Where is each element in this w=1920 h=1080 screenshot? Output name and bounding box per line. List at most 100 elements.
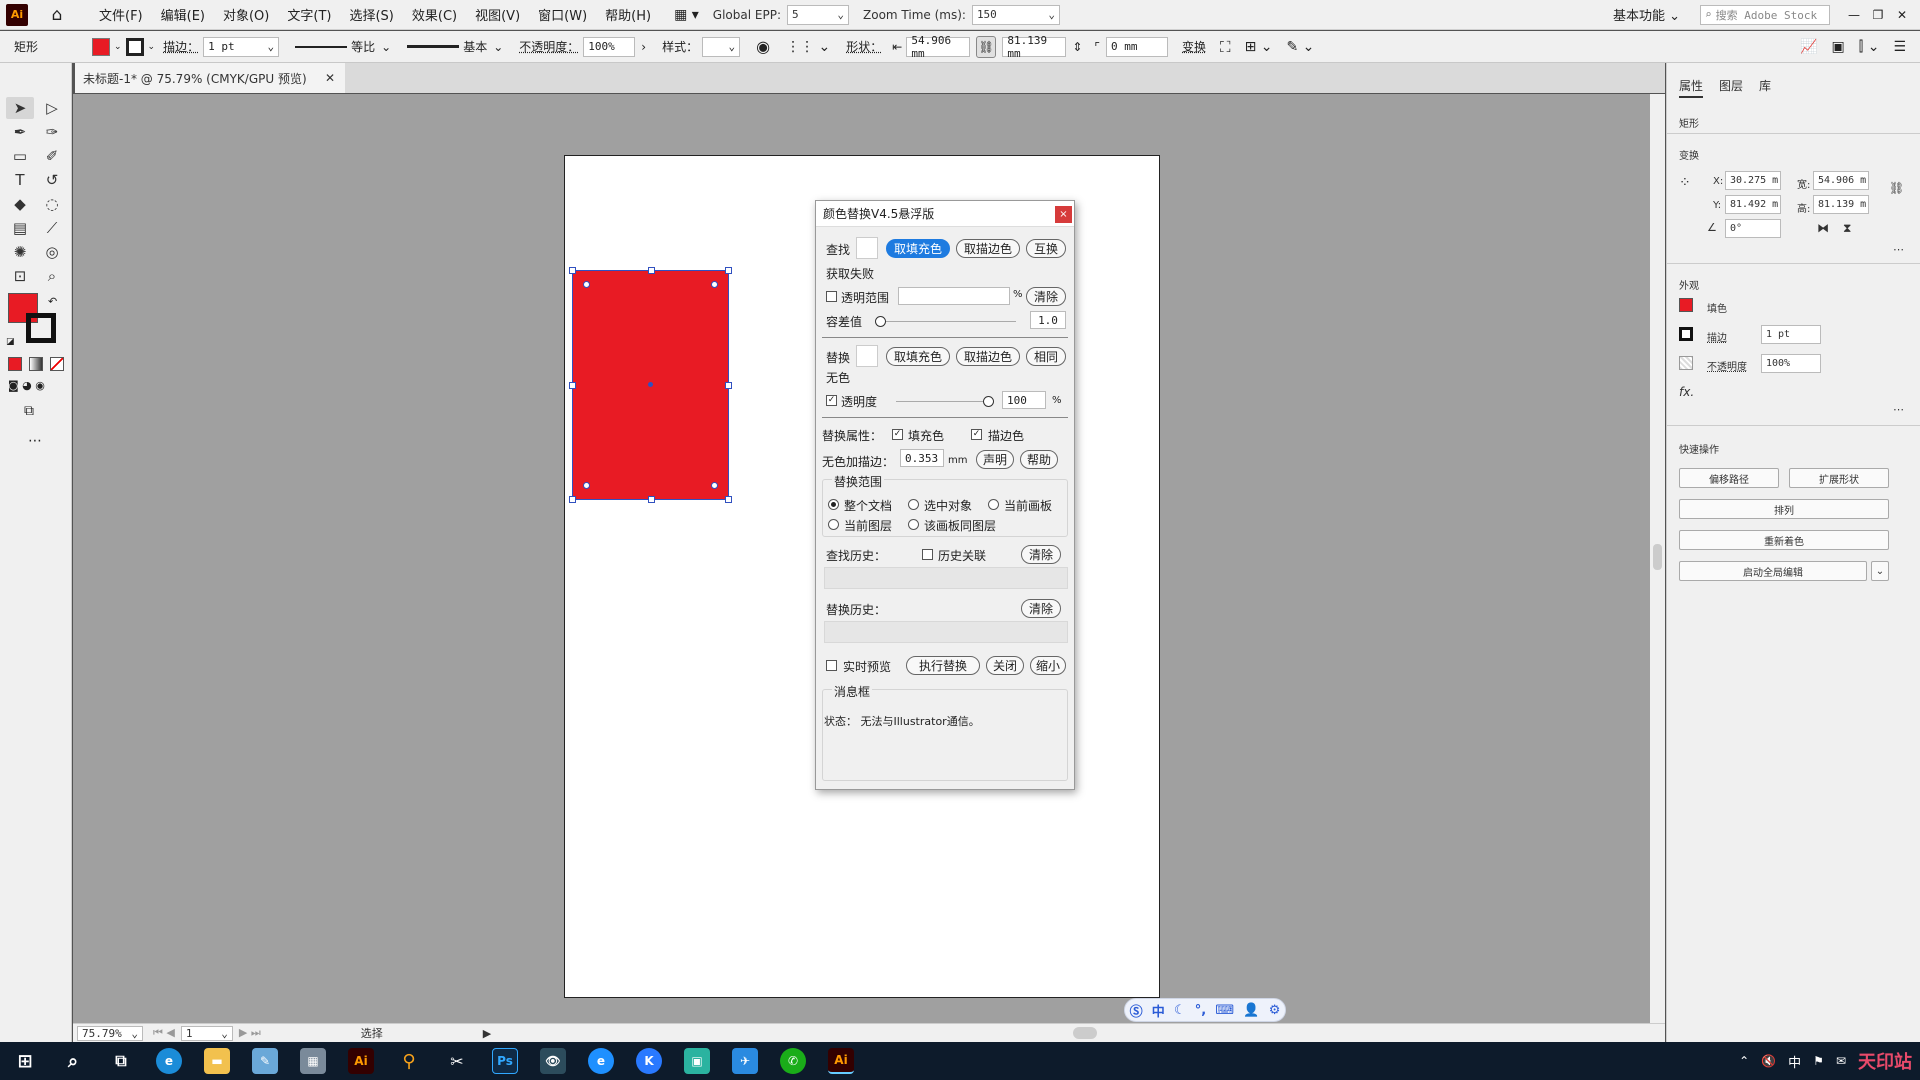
punctuation-icon[interactable]: °, xyxy=(1195,1003,1206,1018)
illustrator-active-icon[interactable]: Ai xyxy=(828,1048,854,1074)
ime-toolbar[interactable]: Ⓢ 中 ☾ °, ⌨ 👤 ⚙ xyxy=(1124,998,1286,1022)
history-link-checkbox[interactable] xyxy=(922,549,933,560)
edge-browser-icon[interactable]: e xyxy=(156,1048,182,1074)
tolerance-slider-track[interactable] xyxy=(878,321,1016,322)
more-options-icon[interactable]: ⋯ xyxy=(1893,403,1904,416)
appearance-fill-swatch[interactable] xyxy=(1679,298,1693,312)
stroke-weight-field[interactable]: 1 pt ⌄ xyxy=(203,36,280,57)
tray-chevron-icon[interactable]: ⌃ xyxy=(1739,1054,1749,1068)
menu-type[interactable]: 文字(T) xyxy=(278,5,340,24)
shrink-button[interactable]: 缩小 xyxy=(1030,656,1066,675)
minimize-icon[interactable]: — xyxy=(1842,8,1866,22)
corner-widget[interactable] xyxy=(583,281,590,288)
transparency-range-input[interactable] xyxy=(898,287,1010,305)
user-icon[interactable]: 👤 xyxy=(1243,1003,1259,1018)
find-fill-button[interactable]: 取填充色 xyxy=(886,239,950,258)
scope-layer-radio[interactable] xyxy=(828,519,839,530)
eraser-tool-icon[interactable]: ◆ xyxy=(6,193,34,215)
replace-color-swatch[interactable] xyxy=(856,345,878,367)
direct-selection-tool-icon[interactable]: ▷ xyxy=(38,97,66,119)
menu-object[interactable]: 对象(O) xyxy=(214,5,278,24)
scope-artboard-radio[interactable] xyxy=(988,499,999,510)
stroke-color-swatch[interactable] xyxy=(26,313,56,343)
tolerance-slider-thumb[interactable] xyxy=(875,316,886,327)
scope-same-layer-radio[interactable] xyxy=(908,519,919,530)
chart-icon[interactable]: 📈 xyxy=(1800,39,1817,55)
default-colors-icon[interactable]: ◪ xyxy=(6,337,15,347)
menu-file[interactable]: 文件(F) xyxy=(90,5,152,24)
lasso-tool-icon[interactable]: ◌ xyxy=(38,193,66,215)
height-field[interactable]: 81.139 mm xyxy=(1002,34,1067,60)
resize-handle[interactable] xyxy=(648,267,655,274)
chevron-right-icon[interactable]: › xyxy=(641,40,646,54)
scope-whole-radio[interactable] xyxy=(828,499,839,510)
align-grid-icon[interactable]: ⋮⋮ ⌄ xyxy=(786,39,830,55)
corner-radius-field[interactable]: 0 mm xyxy=(1106,36,1169,57)
brush-select[interactable]: 基本 ⌄ xyxy=(407,38,503,55)
ime-logo-icon[interactable]: Ⓢ xyxy=(1130,1001,1143,1020)
swap-button[interactable]: 互换 xyxy=(1026,239,1066,258)
flip-horizontal-icon[interactable]: ⧓ xyxy=(1817,221,1829,235)
resize-handle[interactable] xyxy=(725,267,732,274)
selection-tool-icon[interactable]: ➤ xyxy=(6,97,34,119)
globe-icon[interactable]: ◉ xyxy=(756,37,770,56)
screen-mode-icon[interactable]: ⧉ xyxy=(24,403,34,419)
layout-grid-icon[interactable]: ▦ ▾ xyxy=(674,7,699,23)
recolor-button[interactable]: 重新着色 xyxy=(1679,530,1889,550)
stroke-label[interactable]: 描边 xyxy=(1707,329,1727,344)
realtime-preview-checkbox[interactable] xyxy=(826,660,837,671)
transform-link[interactable]: 变换 xyxy=(1182,38,1206,55)
dialog-close-button[interactable]: × xyxy=(1055,206,1072,223)
k-app-icon[interactable]: K xyxy=(636,1048,662,1074)
resize-handle[interactable] xyxy=(725,496,732,503)
edit-icon[interactable]: ✎ ⌄ xyxy=(1286,39,1314,55)
menu-effect[interactable]: 效果(C) xyxy=(403,5,466,24)
close-window-icon[interactable]: ✕ xyxy=(1890,8,1914,22)
shape-builder-tool-icon[interactable]: ◎ xyxy=(38,241,66,263)
none-mode-icon[interactable] xyxy=(50,357,64,371)
vertical-scrollbar[interactable] xyxy=(1650,94,1665,1023)
replace-history-select[interactable] xyxy=(824,621,1068,643)
opacity-input[interactable]: 100 xyxy=(1002,391,1046,409)
more-options-icon[interactable]: ⋯ xyxy=(1893,243,1904,256)
clear-range-button[interactable]: 清除 xyxy=(1026,287,1066,306)
flip-vertical-icon[interactable]: ⧗ xyxy=(1843,221,1851,236)
chevron-down-icon[interactable]: ⌄ xyxy=(114,42,122,52)
y-field[interactable]: 81.492 m xyxy=(1725,195,1781,214)
illustrator-taskbar-icon[interactable]: Ai xyxy=(348,1048,374,1074)
nocolor-stroke-input[interactable]: 0.353 xyxy=(900,449,944,467)
style-select[interactable]: ⌄ xyxy=(702,36,741,57)
corner-widget[interactable] xyxy=(711,281,718,288)
resize-handle[interactable] xyxy=(569,382,576,389)
stroke-profile-select[interactable]: 等比 ⌄ xyxy=(295,38,391,55)
expand-shape-button[interactable]: 扩展形状 xyxy=(1789,468,1889,488)
volume-icon[interactable]: 🔇 xyxy=(1761,1054,1776,1068)
tray-ime-language[interactable]: 中 xyxy=(1788,1052,1801,1071)
keyboard-icon[interactable]: ⌨ xyxy=(1215,1003,1234,1018)
replace-fill-button[interactable]: 取填充色 xyxy=(886,347,950,366)
chevron-down-icon[interactable]: ⌄ xyxy=(1871,561,1889,581)
gradient-tool-icon[interactable]: ▤ xyxy=(6,217,34,239)
fx-icon[interactable]: fx. xyxy=(1679,385,1694,399)
puppet-warp-tool-icon[interactable]: ✺ xyxy=(6,241,34,263)
curvature-tool-icon[interactable]: ✑ xyxy=(38,121,66,143)
reference-point-icon[interactable]: ⁘ xyxy=(1679,175,1691,191)
menu-help[interactable]: 帮助(H) xyxy=(596,5,660,24)
zoom-time-select[interactable]: 150 ⌄ xyxy=(971,4,1060,25)
file-explorer-icon[interactable]: ▬ xyxy=(204,1048,230,1074)
tab-libraries[interactable]: 库 xyxy=(1759,77,1771,94)
stroke-swatch[interactable] xyxy=(125,37,144,56)
search-tool-icon[interactable]: ⚲ xyxy=(396,1048,422,1074)
x-field[interactable]: 30.275 m xyxy=(1725,171,1781,190)
opacity-field[interactable]: 100% xyxy=(1761,354,1821,373)
scope-selected-radio[interactable] xyxy=(908,499,919,510)
swap-colors-icon[interactable]: ↶ xyxy=(48,295,57,308)
opacity-checkbox[interactable]: ✓ xyxy=(826,395,837,406)
offset-path-button[interactable]: 偏移路径 xyxy=(1679,468,1779,488)
appearance-stroke-swatch[interactable] xyxy=(1679,327,1693,341)
corner-widget[interactable] xyxy=(711,482,718,489)
opacity-field[interactable]: 100% xyxy=(583,36,636,57)
gradient-mode-icon[interactable] xyxy=(29,357,43,371)
red-rectangle[interactable] xyxy=(569,267,732,503)
opacity-label[interactable]: 不透明度： xyxy=(519,38,579,55)
